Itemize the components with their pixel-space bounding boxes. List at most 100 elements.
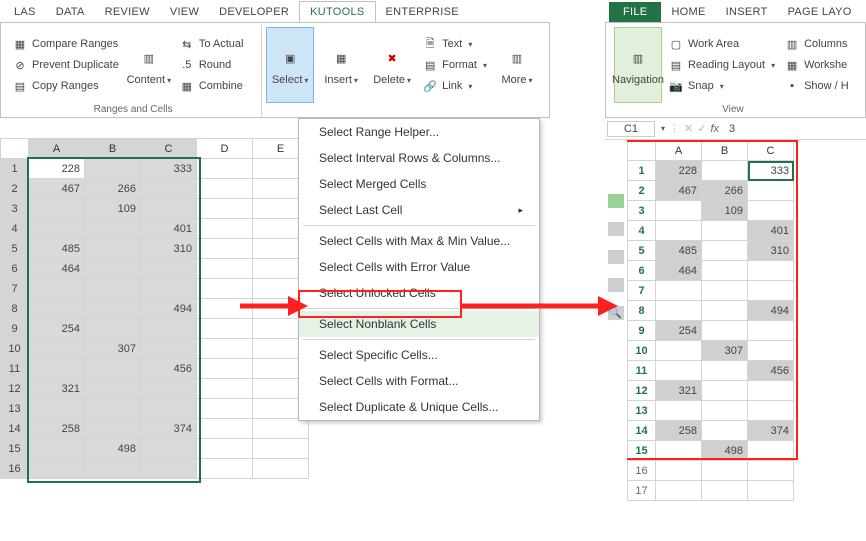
cell-A9[interactable]: 254 [29,319,85,339]
cell-A3[interactable] [29,199,85,219]
cell-B11[interactable] [85,359,141,379]
cell-r-A4[interactable] [656,221,702,241]
cell-A4[interactable] [29,219,85,239]
cell-A14[interactable]: 258 [29,419,85,439]
dropdown-item-3[interactable]: Select Last Cell▸ [299,197,539,223]
tab-pagelayout[interactable]: PAGE LAYO [778,2,862,22]
name-box[interactable]: C1 [607,121,655,137]
fx-icon[interactable]: fx [710,123,719,135]
tab-review[interactable]: REVIEW [95,2,160,22]
cell-r-A9[interactable]: 254 [656,321,702,341]
format-button[interactable]: ▤Format▾ [419,55,490,75]
cell-C13[interactable] [141,399,197,419]
cell-B7[interactable] [85,279,141,299]
cancel-icon[interactable]: ✕ [684,122,693,135]
row-header-r-15[interactable]: 15 [628,441,656,461]
cell-r-C10[interactable] [748,341,794,361]
cell-r-A6[interactable]: 464 [656,261,702,281]
dropdown-item-5[interactable]: Select Cells with Error Value [299,254,539,280]
cell-B15[interactable]: 498 [85,439,141,459]
formula-value[interactable]: 3 [729,123,735,135]
cell-A15[interactable] [29,439,85,459]
row-header-r-6[interactable]: 6 [628,261,656,281]
round-button[interactable]: .5Round [176,55,247,75]
row-header-r-7[interactable]: 7 [628,281,656,301]
spreadsheet-right[interactable]: ABC1228333246726631094401548531064647849… [627,140,866,541]
row-header-10[interactable]: 10 [1,339,29,359]
tab-home[interactable]: HOME [661,2,715,22]
row-header-4[interactable]: 4 [1,219,29,239]
cell-E14[interactable] [253,419,309,439]
cell-r-C1[interactable]: 333 [748,161,794,181]
cell-E15[interactable] [253,439,309,459]
cell-r-B16[interactable] [702,461,748,481]
cell-r-A13[interactable] [656,401,702,421]
cell-C6[interactable] [141,259,197,279]
row-header-r-16[interactable]: 16 [628,461,656,481]
cell-A1[interactable]: 228 [29,159,85,179]
side-icon-1[interactable] [608,194,624,208]
cell-r-A8[interactable] [656,301,702,321]
cell-r-B10[interactable]: 307 [702,341,748,361]
cell-C4[interactable]: 401 [141,219,197,239]
tab-data[interactable]: DATA [46,2,95,22]
cell-r-B17[interactable] [702,481,748,501]
delete-dropdown-button[interactable]: ✖Delete▾ [368,27,416,103]
cell-D12[interactable] [197,379,253,399]
cell-B5[interactable] [85,239,141,259]
col-header-D[interactable]: D [197,139,253,159]
cell-D9[interactable] [197,319,253,339]
cell-r-A11[interactable] [656,361,702,381]
dropdown-item-4[interactable]: Select Cells with Max & Min Value... [299,228,539,254]
cell-r-C8[interactable]: 494 [748,301,794,321]
cell-r-A14[interactable]: 258 [656,421,702,441]
cell-r-C9[interactable] [748,321,794,341]
dropdown-item-2[interactable]: Select Merged Cells [299,171,539,197]
row-header-11[interactable]: 11 [1,359,29,379]
cell-C10[interactable] [141,339,197,359]
cell-C12[interactable] [141,379,197,399]
confirm-icon[interactable]: ✓ [697,122,706,135]
cell-r-C3[interactable] [748,201,794,221]
content-button[interactable]: ▥ Content▾ [125,27,173,103]
cell-r-C16[interactable] [748,461,794,481]
cell-B8[interactable] [85,299,141,319]
dropdown-item-0[interactable]: Select Range Helper... [299,119,539,145]
col-header-r-B[interactable]: B [702,141,748,161]
row-header-r-9[interactable]: 9 [628,321,656,341]
row-header-13[interactable]: 13 [1,399,29,419]
worksheets-button[interactable]: ▦Workshe [781,55,852,75]
cell-r-C15[interactable] [748,441,794,461]
tab-kutools[interactable]: KUTOOLS [299,1,375,22]
combine-button[interactable]: ▦Combine [176,76,247,96]
row-header-3[interactable]: 3 [1,199,29,219]
cell-B9[interactable] [85,319,141,339]
cell-C1[interactable]: 333 [141,159,197,179]
cell-A8[interactable] [29,299,85,319]
cell-r-A10[interactable] [656,341,702,361]
cell-r-A2[interactable]: 467 [656,181,702,201]
cell-r-B6[interactable] [702,261,748,281]
cell-D4[interactable] [197,219,253,239]
cell-A13[interactable] [29,399,85,419]
cell-A5[interactable]: 485 [29,239,85,259]
row-header-r-1[interactable]: 1 [628,161,656,181]
row-header-r-11[interactable]: 11 [628,361,656,381]
cell-D5[interactable] [197,239,253,259]
cell-A11[interactable] [29,359,85,379]
cell-B1[interactable] [85,159,141,179]
row-header-15[interactable]: 15 [1,439,29,459]
row-header-5[interactable]: 5 [1,239,29,259]
cell-r-C4[interactable]: 401 [748,221,794,241]
row-header-6[interactable]: 6 [1,259,29,279]
cell-r-A5[interactable]: 485 [656,241,702,261]
cell-r-C2[interactable] [748,181,794,201]
side-icon-3[interactable] [608,250,624,264]
select-all-corner-r[interactable] [628,141,656,161]
to-actual-button[interactable]: ⇆To Actual [176,34,247,54]
cell-r-C14[interactable]: 374 [748,421,794,441]
row-header-r-8[interactable]: 8 [628,301,656,321]
cell-B10[interactable]: 307 [85,339,141,359]
cell-D6[interactable] [197,259,253,279]
col-header-r-C[interactable]: C [748,141,794,161]
